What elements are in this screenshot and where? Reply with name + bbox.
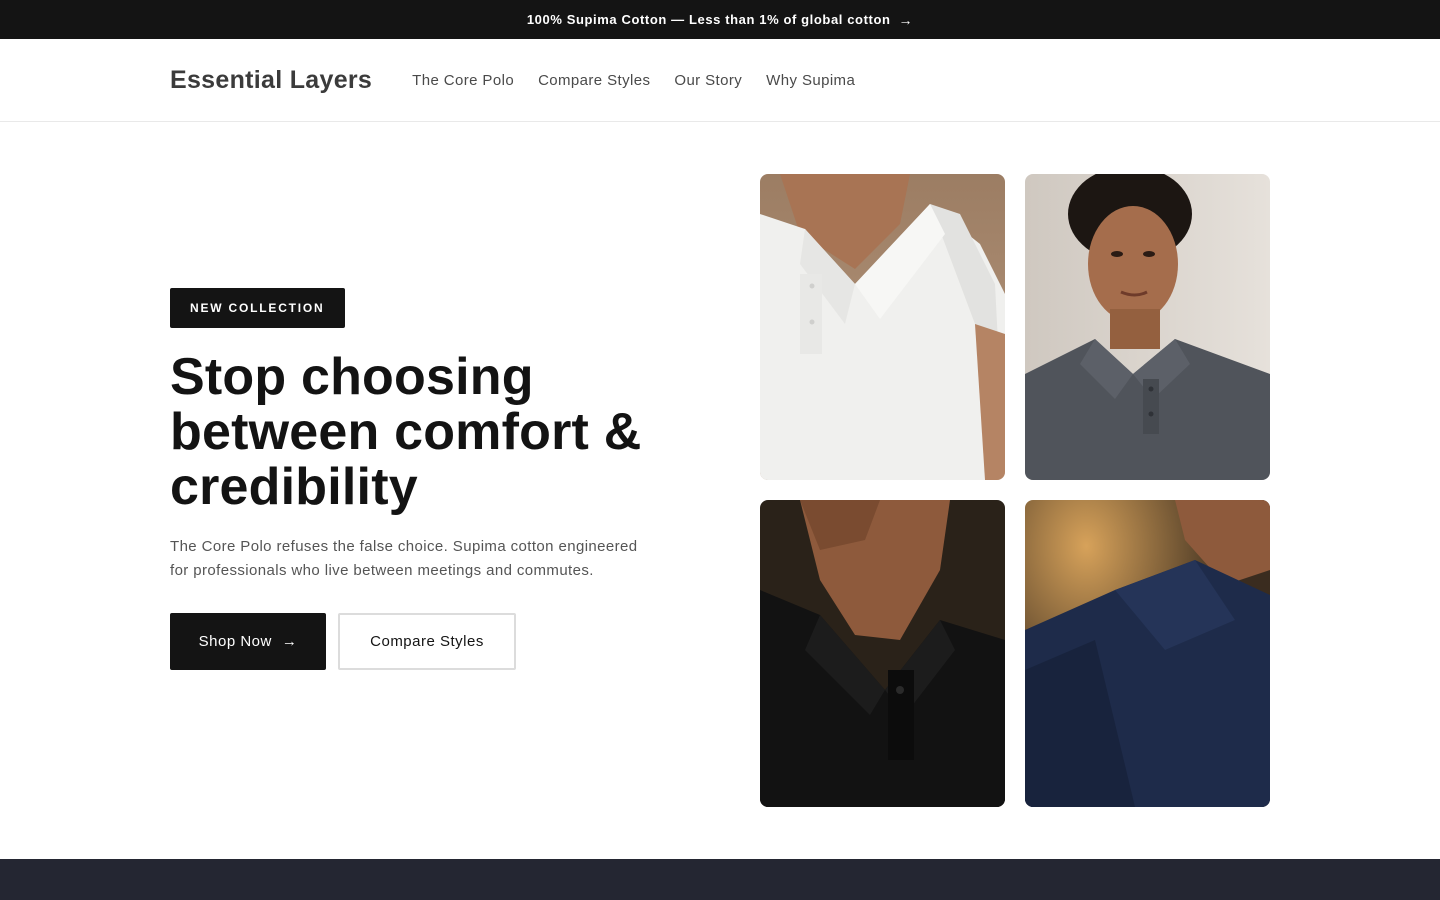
main-nav: The Core Polo Compare Styles Our Story W… (412, 72, 855, 89)
announcement-bar[interactable]: 100% Supima Cotton — Less than 1% of glo… (0, 0, 1440, 39)
nav-item-our-story[interactable]: Our Story (674, 72, 742, 89)
headline-line-3: credibility (170, 458, 418, 516)
nav-item-compare-styles[interactable]: Compare Styles (538, 72, 650, 89)
hero-copy: NEW COLLECTION Stop choosing between com… (170, 288, 690, 670)
shop-now-button[interactable]: Shop Now → (170, 613, 326, 670)
compare-styles-label: Compare Styles (370, 633, 484, 650)
product-image-grid (760, 174, 1270, 807)
arrow-right-icon: → (281, 633, 298, 650)
black-polo-image[interactable] (760, 500, 1005, 807)
new-collection-badge: NEW COLLECTION (170, 288, 345, 328)
hero-section: NEW COLLECTION Stop choosing between com… (0, 122, 1440, 859)
white-polo-image[interactable] (760, 174, 1005, 480)
headline-line-2: between comfort & (170, 403, 642, 461)
announcement-text: 100% Supima Cotton — Less than 1% of glo… (526, 12, 891, 27)
site-header: Essential Layers The Core Polo Compare S… (0, 39, 1440, 122)
hero-headline: Stop choosing between comfort & credibil… (170, 350, 690, 515)
grey-polo-image[interactable] (1025, 174, 1270, 480)
arrow-right-icon: → (898, 11, 914, 28)
headline-line-1: Stop choosing (170, 348, 534, 406)
cta-row: Shop Now → Compare Styles (170, 613, 690, 670)
nav-item-core-polo[interactable]: The Core Polo (412, 72, 514, 89)
next-section-band (0, 859, 1440, 900)
navy-polo-image[interactable] (1025, 500, 1270, 807)
shop-now-label: Shop Now (198, 633, 272, 650)
nav-item-why-supima[interactable]: Why Supima (766, 72, 855, 89)
brand-logo[interactable]: Essential Layers (170, 66, 372, 95)
compare-styles-button[interactable]: Compare Styles (338, 613, 516, 670)
hero-subcopy: The Core Polo refuses the false choice. … (170, 538, 638, 579)
